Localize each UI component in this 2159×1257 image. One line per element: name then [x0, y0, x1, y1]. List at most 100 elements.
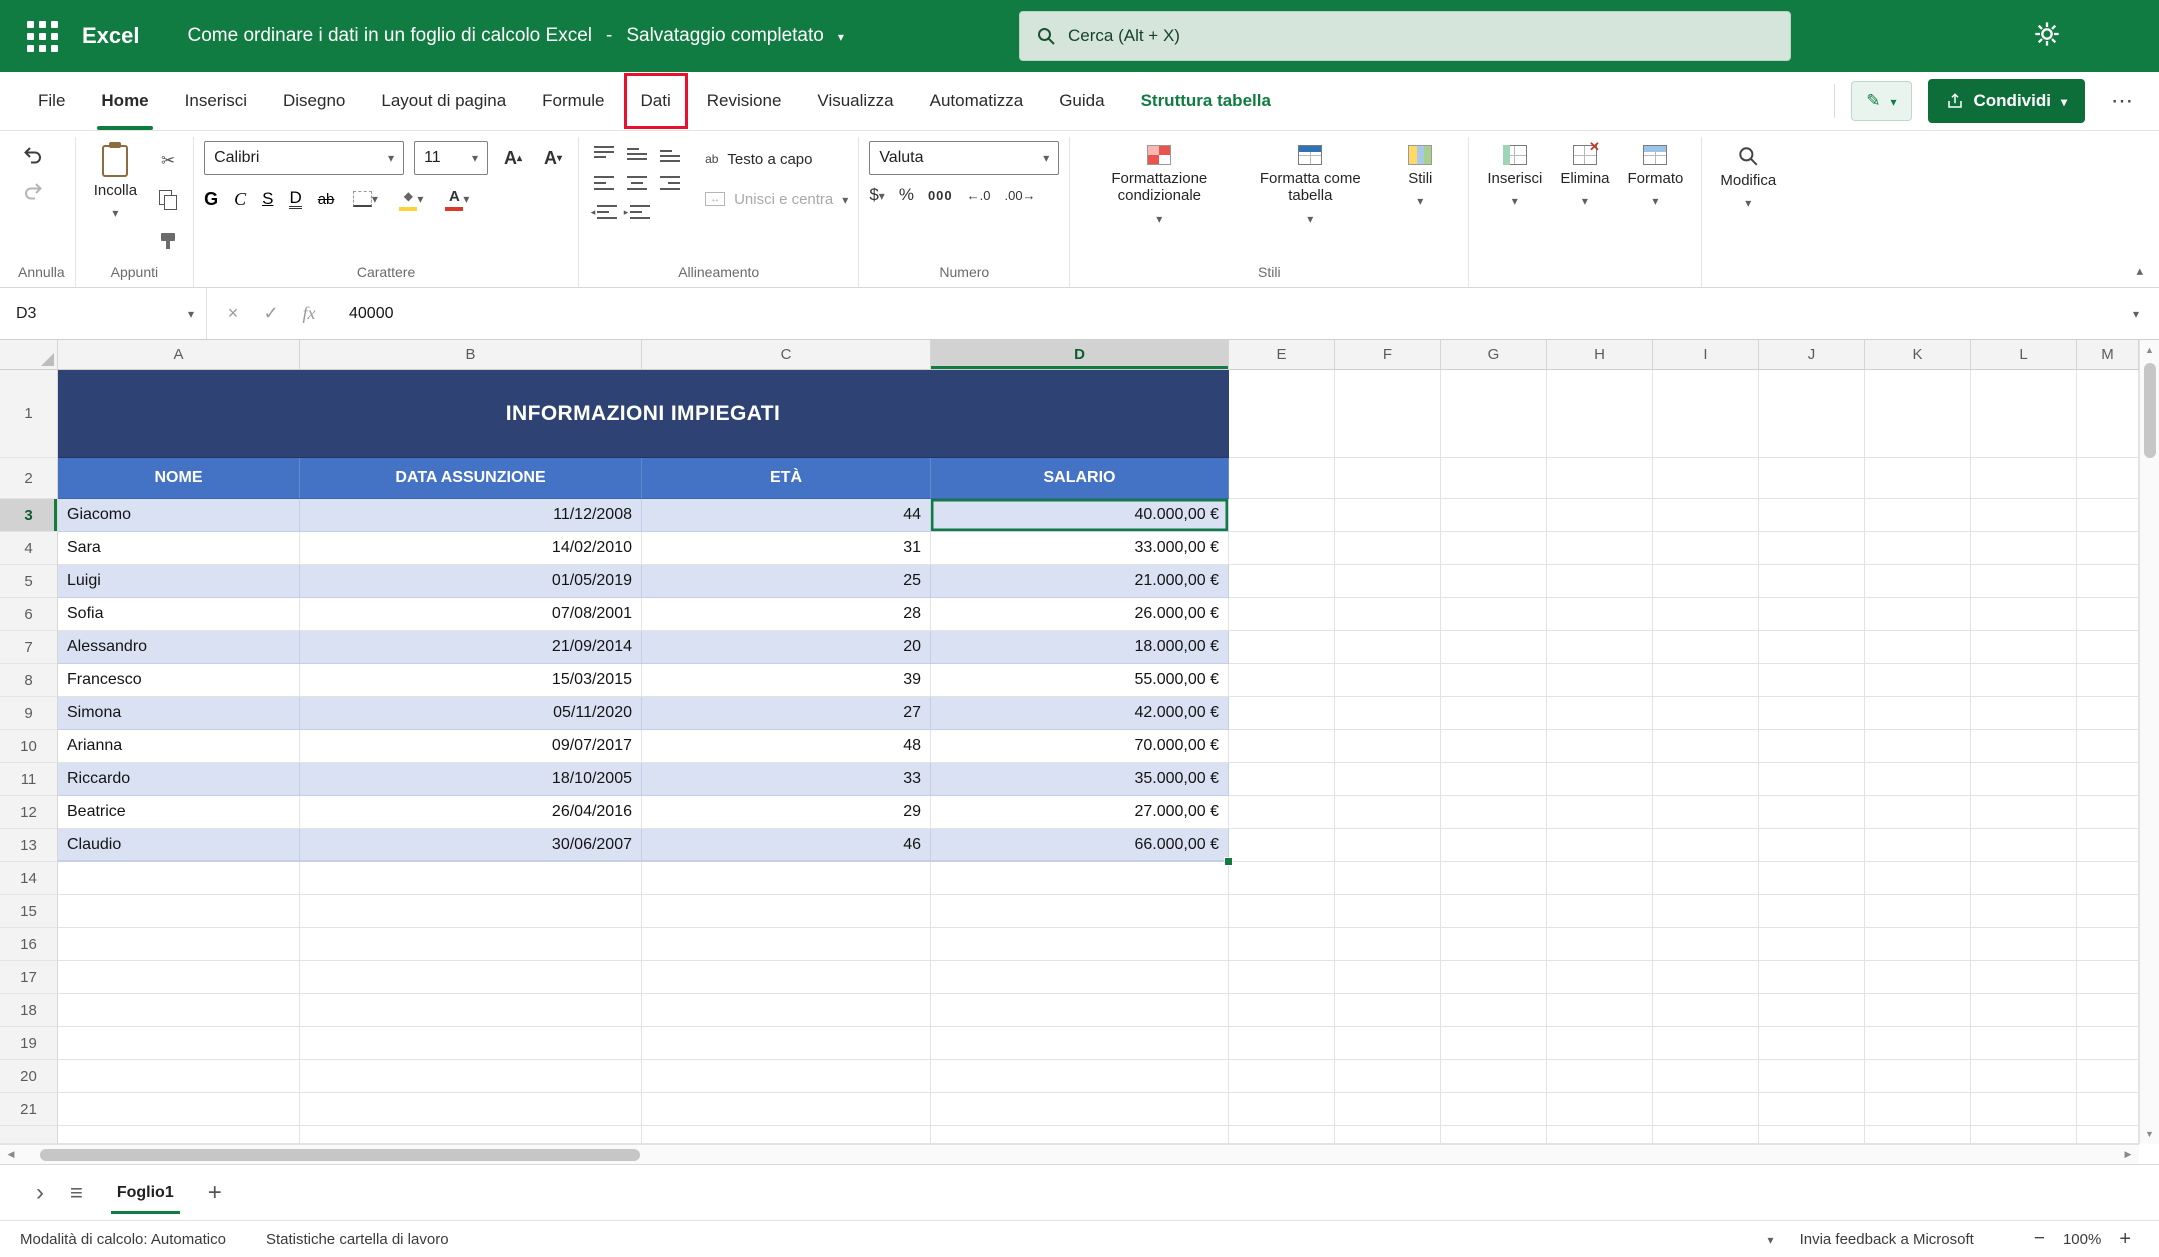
- merge-center-button[interactable]: ↔ Unisci e centra: [705, 183, 848, 215]
- cell-C9[interactable]: 27: [642, 697, 931, 730]
- cell-A19[interactable]: [58, 1027, 300, 1060]
- cell-M10[interactable]: [2077, 730, 2139, 763]
- increase-font-button[interactable]: A▴: [498, 144, 528, 172]
- cell-B18[interactable]: [300, 994, 642, 1027]
- cell-I12[interactable]: [1653, 796, 1759, 829]
- cell-L18[interactable]: [1971, 994, 2077, 1027]
- tab-formule[interactable]: Formule: [524, 72, 622, 130]
- editing-button[interactable]: Modifica: [1712, 141, 1784, 215]
- cell-I13[interactable]: [1653, 829, 1759, 862]
- undo-button[interactable]: [18, 141, 48, 169]
- cell-G17[interactable]: [1441, 961, 1547, 994]
- row-header-16[interactable]: 16: [0, 928, 58, 961]
- cell-H20[interactable]: [1547, 1060, 1653, 1093]
- cell-E16[interactable]: [1229, 928, 1335, 961]
- cell-C7[interactable]: 20: [642, 631, 931, 664]
- row-header-10[interactable]: 10: [0, 730, 58, 763]
- cell-I21[interactable]: [1653, 1093, 1759, 1126]
- column-header-A[interactable]: A: [58, 340, 300, 369]
- cell-H3[interactable]: [1547, 499, 1653, 532]
- cell-F22[interactable]: [1335, 1126, 1441, 1144]
- cell-K5[interactable]: [1865, 565, 1971, 598]
- column-header-H[interactable]: H: [1547, 340, 1653, 369]
- cell-F14[interactable]: [1335, 862, 1441, 895]
- row-header-13[interactable]: 13: [0, 829, 58, 862]
- italic-button[interactable]: C: [234, 189, 246, 210]
- sheet-nav-button[interactable]: [36, 1179, 44, 1207]
- cell-G9[interactable]: [1441, 697, 1547, 730]
- cell-J18[interactable]: [1759, 994, 1865, 1027]
- cell-I15[interactable]: [1653, 895, 1759, 928]
- cell-E13[interactable]: [1229, 829, 1335, 862]
- cell-H21[interactable]: [1547, 1093, 1653, 1126]
- cell-K11[interactable]: [1865, 763, 1971, 796]
- cell-A17[interactable]: [58, 961, 300, 994]
- cell-G6[interactable]: [1441, 598, 1547, 631]
- table-header-B2[interactable]: DATA ASSUNZIONE: [300, 458, 642, 499]
- share-button[interactable]: Condividi: [1928, 79, 2085, 123]
- column-header-M[interactable]: M: [2077, 340, 2139, 369]
- chevron-down-icon[interactable]: [1768, 1231, 1774, 1248]
- cell-G22[interactable]: [1441, 1126, 1547, 1144]
- cell-A6[interactable]: Sofia: [58, 598, 300, 631]
- cell-K12[interactable]: [1865, 796, 1971, 829]
- cell-B19[interactable]: [300, 1027, 642, 1060]
- delete-cells-button[interactable]: ✕ Elimina: [1552, 141, 1617, 213]
- cell-G8[interactable]: [1441, 664, 1547, 697]
- cell-G18[interactable]: [1441, 994, 1547, 1027]
- cell-K22[interactable]: [1865, 1126, 1971, 1144]
- cell-G10[interactable]: [1441, 730, 1547, 763]
- cell-M22[interactable]: [2077, 1126, 2139, 1144]
- cell-E19[interactable]: [1229, 1027, 1335, 1060]
- cell-G16[interactable]: [1441, 928, 1547, 961]
- cell-M9[interactable]: [2077, 697, 2139, 730]
- cell-G5[interactable]: [1441, 565, 1547, 598]
- select-all-corner[interactable]: [0, 340, 58, 369]
- cell-F2[interactable]: [1335, 458, 1441, 499]
- row-header-20[interactable]: 20: [0, 1060, 58, 1093]
- cell-L1[interactable]: [1971, 370, 2077, 458]
- row-header-1[interactable]: 1: [0, 370, 58, 458]
- table-header-D2[interactable]: SALARIO: [931, 458, 1229, 499]
- cell-B8[interactable]: 15/03/2015: [300, 664, 642, 697]
- cell-B15[interactable]: [300, 895, 642, 928]
- cell-H10[interactable]: [1547, 730, 1653, 763]
- align-middle-button[interactable]: [622, 140, 652, 168]
- cell-J5[interactable]: [1759, 565, 1865, 598]
- bold-button[interactable]: G: [204, 189, 218, 210]
- cell-A15[interactable]: [58, 895, 300, 928]
- currency-button[interactable]: $: [869, 185, 885, 205]
- wrap-text-button[interactable]: ab Testo a capo: [705, 143, 812, 175]
- vertical-scroll-track[interactable]: [2140, 360, 2159, 1124]
- cell-F20[interactable]: [1335, 1060, 1441, 1093]
- cell-K18[interactable]: [1865, 994, 1971, 1027]
- cell-J7[interactable]: [1759, 631, 1865, 664]
- cell-H4[interactable]: [1547, 532, 1653, 565]
- cell-J1[interactable]: [1759, 370, 1865, 458]
- cell-E20[interactable]: [1229, 1060, 1335, 1093]
- zoom-level[interactable]: 100%: [2063, 1231, 2101, 1248]
- row-header-14[interactable]: 14: [0, 862, 58, 895]
- cell-H7[interactable]: [1547, 631, 1653, 664]
- cell-M15[interactable]: [2077, 895, 2139, 928]
- cell-E5[interactable]: [1229, 565, 1335, 598]
- cell-K20[interactable]: [1865, 1060, 1971, 1093]
- row-header-7[interactable]: 7: [0, 631, 58, 664]
- cell-I1[interactable]: [1653, 370, 1759, 458]
- cell-A20[interactable]: [58, 1060, 300, 1093]
- cell-K4[interactable]: [1865, 532, 1971, 565]
- cell-H12[interactable]: [1547, 796, 1653, 829]
- horizontal-scroll-thumb[interactable]: [40, 1149, 640, 1161]
- cell-F16[interactable]: [1335, 928, 1441, 961]
- decrease-font-button[interactable]: A▾: [538, 144, 568, 172]
- expand-formula-bar-button[interactable]: [2113, 288, 2159, 339]
- cell-L21[interactable]: [1971, 1093, 2077, 1126]
- cell-A9[interactable]: Simona: [58, 697, 300, 730]
- cell-E21[interactable]: [1229, 1093, 1335, 1126]
- cell-C22[interactable]: [642, 1126, 931, 1144]
- cell-C5[interactable]: 25: [642, 565, 931, 598]
- cell-C19[interactable]: [642, 1027, 931, 1060]
- cell-I11[interactable]: [1653, 763, 1759, 796]
- cell-G13[interactable]: [1441, 829, 1547, 862]
- underline-button[interactable]: S: [262, 189, 273, 209]
